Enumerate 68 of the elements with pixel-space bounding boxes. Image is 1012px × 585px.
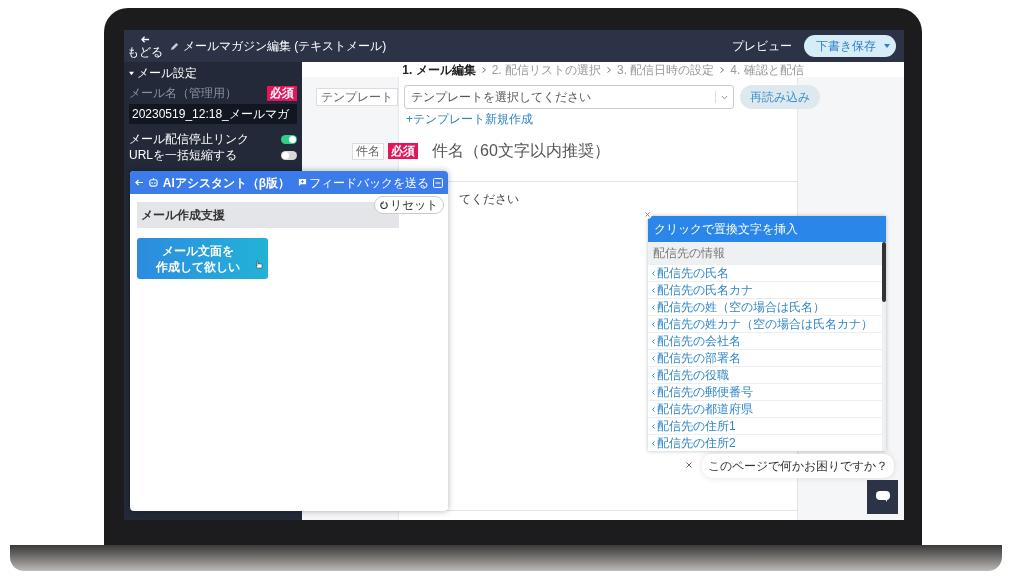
- insert-item[interactable]: 配信先の郵便番号: [648, 383, 882, 400]
- toggle-label: メール配信停止リンク: [129, 132, 249, 146]
- back-button[interactable]: もどる: [124, 34, 166, 58]
- chevron-left-icon: [652, 287, 655, 293]
- chevron-right-icon: [481, 66, 486, 73]
- toggle-switch[interactable]: [281, 150, 297, 160]
- required-badge: 必須: [388, 143, 418, 159]
- chevron-left-icon: [652, 389, 655, 395]
- back-arrow-icon: [140, 34, 150, 44]
- step-label: 3. 配信日時の設定: [617, 61, 715, 79]
- step-label: 1. メール編集: [402, 61, 476, 79]
- field-label: 件名: [352, 142, 384, 160]
- insert-item[interactable]: 配信先の氏名: [648, 264, 882, 281]
- field-label: テンプレート: [316, 88, 398, 106]
- template-select[interactable]: テンプレートを選択してください: [404, 85, 734, 109]
- toggle-label: URLを一括短縮する: [129, 148, 237, 162]
- save-draft-button[interactable]: 下書き保存: [804, 35, 896, 57]
- chat-button[interactable]: [867, 480, 898, 514]
- back-arrow-icon[interactable]: [135, 178, 144, 187]
- minimize-icon[interactable]: [433, 177, 443, 188]
- insert-item[interactable]: 配信先の部署名: [648, 349, 882, 366]
- mail-name-field[interactable]: 20230519_12:18_メールマガ: [129, 104, 297, 124]
- robot-icon: [147, 177, 159, 188]
- chevron-left-icon: [652, 355, 655, 361]
- insert-item[interactable]: 配信先の姓（空の場合は氏名）: [648, 298, 882, 315]
- caret-icon: [884, 44, 890, 48]
- chevron-left-icon: [652, 338, 655, 344]
- pencil-icon: [170, 41, 179, 51]
- chevron-left-icon: [652, 304, 655, 310]
- chevron-left-icon: [652, 423, 655, 429]
- scrollbar-thumb[interactable]: [882, 242, 886, 302]
- chevron-left-icon: [652, 270, 655, 276]
- suggestion-button[interactable]: メール文面を 作成して欲しい: [137, 238, 268, 279]
- preview-button[interactable]: プレビュー: [732, 37, 792, 55]
- subject-field[interactable]: 件名（60文字以内推奨）: [432, 141, 792, 161]
- required-badge: 必須: [267, 86, 297, 101]
- chevron-right-icon: [720, 66, 725, 73]
- popup-header: クリックで置換文字を挿入: [648, 216, 886, 242]
- close-icon[interactable]: [643, 210, 652, 219]
- insert-item[interactable]: 配信先の氏名カナ: [648, 281, 882, 298]
- panel-title: AIアシスタント（β版）: [162, 174, 291, 192]
- chevron-left-icon: [652, 372, 655, 378]
- chevron-left-icon: [652, 406, 655, 412]
- insert-item[interactable]: 配信先の住所2: [648, 434, 882, 451]
- insert-item[interactable]: 配信先の住所1: [648, 417, 882, 434]
- insert-item[interactable]: 配信先の会社名: [648, 332, 882, 349]
- section-heading[interactable]: メール設定: [137, 66, 197, 80]
- insert-item[interactable]: 配信先の役職: [648, 366, 882, 383]
- chat-bubble-icon: [875, 491, 890, 503]
- step-label: 2. 配信リストの選択: [491, 61, 601, 79]
- chat-prompt-bubble[interactable]: このページで何かお困りですか？: [702, 454, 894, 478]
- hand-cursor-icon: [255, 260, 263, 269]
- reload-button[interactable]: 再読み込み: [740, 85, 820, 109]
- step-label: 4. 確認と配信: [730, 61, 804, 79]
- insert-item[interactable]: 配信先の姓カナ（空の場合は氏名カナ）: [648, 315, 882, 332]
- insert-item[interactable]: 配信先の都道府県: [648, 400, 882, 417]
- chevron-right-icon: [607, 66, 611, 73]
- reset-icon: [380, 201, 388, 209]
- reset-button[interactable]: リセット: [374, 196, 444, 214]
- chevron-down-icon: [721, 94, 728, 100]
- field-label: メール名（管理用）: [129, 86, 237, 101]
- new-template-link[interactable]: +テンプレート新規作成: [406, 112, 533, 127]
- toggle-switch[interactable]: [281, 134, 297, 144]
- chevron-left-icon: [652, 440, 655, 446]
- group-heading: 配信先の情報: [648, 242, 882, 264]
- page-title: メールマガジン編集 (テキストメール): [183, 38, 387, 55]
- chevron-left-icon: [652, 321, 655, 327]
- feedback-icon: [298, 178, 308, 187]
